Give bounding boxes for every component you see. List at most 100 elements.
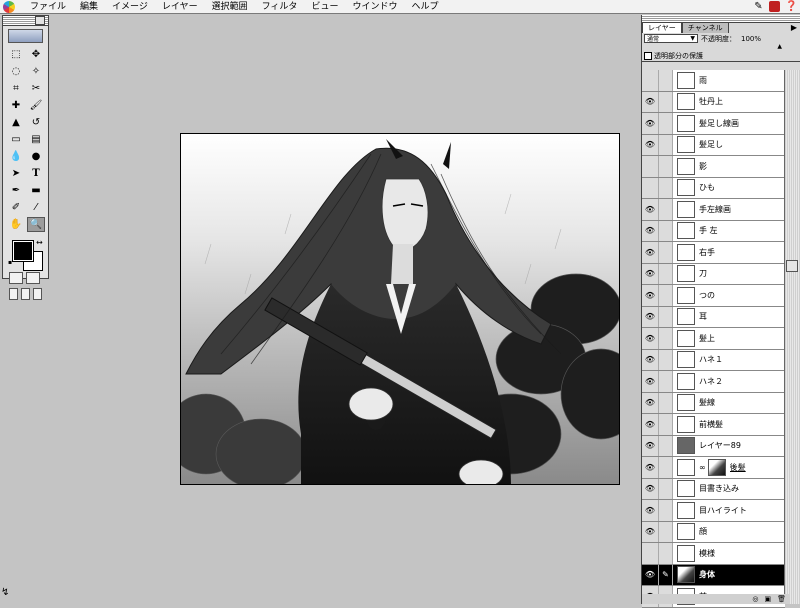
- eye-icon[interactable]: 👁: [642, 478, 659, 499]
- eye-icon[interactable]: 👁: [642, 521, 659, 542]
- link-toggle[interactable]: [659, 392, 673, 413]
- blend-mode-select[interactable]: 通常 ▼: [644, 34, 698, 43]
- eye-icon[interactable]: 👁: [642, 371, 659, 392]
- link-toggle[interactable]: [659, 457, 673, 478]
- preserve-transparency-checkbox[interactable]: [644, 51, 652, 60]
- layer-row[interactable]: 👁 目ハイライト: [642, 500, 785, 522]
- paint-bucket-icon[interactable]: ↯: [1, 587, 13, 599]
- pen-tool-icon[interactable]: ✒: [7, 183, 25, 198]
- brush-tool-icon[interactable]: 🖌: [27, 98, 45, 113]
- layer-row[interactable]: 雨: [642, 70, 785, 92]
- document-canvas[interactable]: [180, 133, 620, 485]
- dodge-tool-icon[interactable]: ●: [27, 149, 45, 164]
- menu-image[interactable]: イメージ: [105, 0, 155, 14]
- history-brush-tool-icon[interactable]: ↺: [27, 115, 45, 130]
- move-tool-icon[interactable]: ✥: [27, 47, 45, 62]
- layer-row[interactable]: 👁 ハネ１: [642, 349, 785, 371]
- gradient-tool-icon[interactable]: ▤: [27, 132, 45, 147]
- standard-screen-mode-button[interactable]: [9, 288, 18, 300]
- layer-row[interactable]: 👁 右手: [642, 242, 785, 264]
- link-toggle[interactable]: [659, 220, 673, 241]
- full-screen-mode-button[interactable]: [33, 288, 42, 300]
- slider-triangle-icon[interactable]: ▲: [777, 44, 782, 50]
- menu-select[interactable]: 選択範囲: [205, 0, 255, 14]
- notes-tool-icon[interactable]: ✐: [7, 200, 25, 215]
- menu-help[interactable]: ヘルプ: [404, 0, 445, 14]
- eye-icon[interactable]: 👁: [642, 220, 659, 241]
- layer-style-icon[interactable]: ◎: [752, 595, 758, 603]
- layer-row[interactable]: 👁 顔: [642, 521, 785, 543]
- eye-icon[interactable]: 👁: [642, 263, 659, 284]
- visibility-toggle[interactable]: [642, 177, 659, 198]
- link-toggle[interactable]: [659, 371, 673, 392]
- hand-tool-icon[interactable]: ✋: [7, 217, 25, 232]
- visibility-toggle[interactable]: [642, 70, 659, 91]
- link-toggle[interactable]: [659, 199, 673, 220]
- eye-icon[interactable]: 👁: [642, 91, 659, 112]
- chain-link-icon[interactable]: ∞: [699, 463, 706, 472]
- pen-icon[interactable]: ✎: [753, 1, 764, 12]
- link-toggle[interactable]: [659, 156, 673, 177]
- eye-icon[interactable]: 👁: [642, 457, 659, 478]
- apple-menu-icon[interactable]: [3, 0, 15, 13]
- clone-stamp-tool-icon[interactable]: ▲: [7, 115, 25, 130]
- scroll-thumb[interactable]: [786, 260, 798, 272]
- layer-row[interactable]: 👁 牡丹上: [642, 91, 785, 113]
- layer-row[interactable]: 👁 ハネ２: [642, 371, 785, 393]
- eraser-tool-icon[interactable]: ▭: [7, 132, 25, 147]
- swap-colors-icon[interactable]: ↔: [36, 238, 43, 247]
- eye-icon[interactable]: 👁: [642, 435, 659, 456]
- new-layer-icon[interactable]: ▣: [764, 595, 771, 603]
- layer-row[interactable]: 👁 手左線画: [642, 199, 785, 221]
- palette-menu-arrow-icon[interactable]: ▶: [791, 23, 797, 32]
- layer-row[interactable]: 模様: [642, 543, 785, 565]
- link-toggle[interactable]: [659, 478, 673, 499]
- layer-row[interactable]: 👁 髪足し: [642, 134, 785, 156]
- trash-icon[interactable]: 🗑: [777, 595, 786, 603]
- visibility-toggle[interactable]: [642, 156, 659, 177]
- link-toggle[interactable]: [659, 521, 673, 542]
- menu-edit[interactable]: 編集: [73, 0, 105, 14]
- link-toggle[interactable]: [659, 500, 673, 521]
- eye-icon[interactable]: 👁: [642, 242, 659, 263]
- menu-layer[interactable]: レイヤー: [155, 0, 205, 14]
- eye-icon[interactable]: 👁: [642, 199, 659, 220]
- eye-icon[interactable]: 👁: [642, 349, 659, 370]
- layer-row[interactable]: 👁 髪足し線画: [642, 113, 785, 135]
- layer-row[interactable]: 👁 髪上: [642, 328, 785, 350]
- layer-row[interactable]: 👁 ∞ 後髪: [642, 457, 785, 479]
- link-toggle[interactable]: [659, 435, 673, 456]
- link-toggle[interactable]: [659, 543, 673, 564]
- standard-mode-button[interactable]: [9, 272, 23, 284]
- link-toggle[interactable]: [659, 177, 673, 198]
- link-toggle[interactable]: [659, 349, 673, 370]
- link-toggle[interactable]: [659, 91, 673, 112]
- marquee-tool-icon[interactable]: ⬚: [7, 47, 25, 62]
- tab-layers[interactable]: レイヤー: [642, 22, 682, 33]
- app-switcher-icon[interactable]: [769, 1, 780, 12]
- menu-filter[interactable]: フィルタ: [255, 0, 305, 14]
- collapse-box-icon[interactable]: [35, 16, 45, 25]
- layer-mask-thumbnail[interactable]: [707, 458, 726, 476]
- layer-row[interactable]: 👁 刀: [642, 263, 785, 285]
- layer-row[interactable]: 👁 耳: [642, 306, 785, 328]
- eye-icon[interactable]: 👁: [642, 414, 659, 435]
- link-toggle[interactable]: [659, 414, 673, 435]
- link-toggle[interactable]: [659, 113, 673, 134]
- opacity-slider[interactable]: ▲: [642, 44, 800, 50]
- zoom-tool-icon[interactable]: 🔍: [27, 217, 45, 232]
- type-tool-icon[interactable]: T: [27, 166, 45, 181]
- link-toggle[interactable]: [659, 263, 673, 284]
- menu-file[interactable]: ファイル: [23, 0, 73, 14]
- layer-row[interactable]: 👁 手 左: [642, 220, 785, 242]
- healing-brush-tool-icon[interactable]: ✚: [7, 98, 25, 113]
- magic-wand-tool-icon[interactable]: ✧: [27, 64, 45, 79]
- eye-icon[interactable]: 👁: [642, 564, 659, 585]
- eye-icon[interactable]: 👁: [642, 392, 659, 413]
- layer-row[interactable]: 👁 前横髪: [642, 414, 785, 436]
- crop-tool-icon[interactable]: ⌗: [7, 81, 25, 96]
- link-toggle[interactable]: [659, 134, 673, 155]
- eye-icon[interactable]: 👁: [642, 285, 659, 306]
- layer-row[interactable]: 👁 目書き込み: [642, 478, 785, 500]
- layer-row[interactable]: 👁 レイヤー89: [642, 435, 785, 457]
